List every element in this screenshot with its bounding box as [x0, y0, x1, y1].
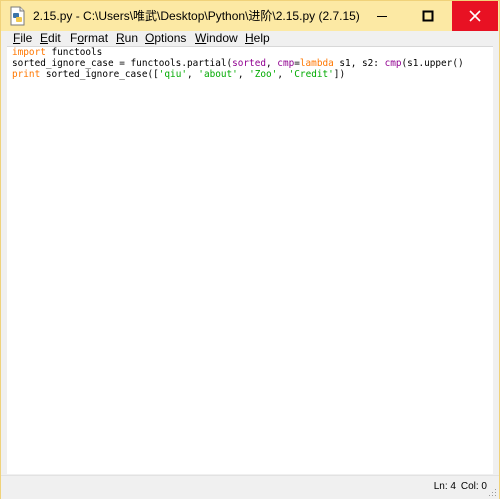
code-token-keyword: lambda: [299, 58, 334, 69]
menu-mnemonic: F: [13, 31, 21, 45]
code-token-plain: ]): [333, 69, 346, 80]
code-token-plain: ,: [266, 58, 278, 69]
code-token-keyword: print: [12, 69, 41, 80]
code-token-plain: s1, s2:: [333, 58, 385, 69]
status-bar: Ln: 4 Col: 0: [1, 475, 499, 499]
status-line: Ln: 4: [433, 481, 456, 492]
code-token-plain: sorted_ignore_case = functools.partial(: [12, 58, 233, 69]
code-editor[interactable]: import functools sorted_ignore_case = fu…: [7, 46, 493, 474]
code-token-plain: ,: [277, 69, 289, 80]
code-token-string: 'qiu': [158, 69, 187, 80]
close-button[interactable]: [452, 1, 498, 31]
code-token-builtin: sorted: [232, 58, 266, 69]
minimize-button[interactable]: [359, 1, 405, 31]
code-token-string: 'Credit': [288, 69, 334, 80]
menu-bar: File Edit Format Run Options Window Help: [1, 31, 499, 45]
window-title: 2.15.py - C:\Users\唯武\Desktop\Python\进阶\…: [33, 9, 360, 23]
menu-mnemonic: H: [245, 31, 254, 45]
code-token-string: 'Zoo': [249, 69, 278, 80]
code-token-plain: (s1.upper(): [401, 58, 464, 69]
menu-format[interactable]: Format: [70, 30, 108, 46]
menu-options[interactable]: Options: [145, 30, 186, 46]
menu-mnemonic: R: [116, 31, 125, 45]
menu-file[interactable]: File: [13, 30, 32, 46]
code-token-plain: ,: [187, 69, 199, 80]
menu-mnemonic: W: [195, 31, 207, 45]
code-token-builtin: cmp: [277, 58, 295, 69]
status-column: Col: 0: [460, 481, 487, 492]
menu-mnemonic: o: [77, 31, 85, 45]
close-icon: [469, 10, 481, 22]
python-file-icon: [10, 6, 25, 26]
menu-mnemonic: E: [40, 31, 49, 45]
menu-mnemonic: O: [145, 31, 155, 45]
code-token-plain: functools: [45, 47, 103, 58]
minimize-icon: [377, 16, 387, 17]
code-line-1: import functools: [12, 47, 102, 58]
menu-edit[interactable]: Edit: [40, 30, 61, 46]
code-line-3: print sorted_ignore_case(['qiu', 'about'…: [12, 69, 345, 80]
title-bar[interactable]: 2.15.py - C:\Users\唯武\Desktop\Python\进阶\…: [1, 1, 499, 31]
code-token-plain: ,: [237, 69, 250, 80]
menu-help[interactable]: Help: [245, 30, 270, 46]
resize-grip-icon[interactable]: [487, 487, 497, 497]
code-line-2: sorted_ignore_case = functools.partial(s…: [12, 58, 464, 69]
code-token-keyword: import: [12, 47, 46, 58]
code-token-plain: sorted_ignore_case([: [40, 69, 159, 80]
code-token-string: 'about': [198, 69, 238, 80]
maximize-button[interactable]: [405, 1, 451, 31]
maximize-icon: [422, 10, 434, 22]
menu-run[interactable]: Run: [116, 30, 138, 46]
code-token-builtin: cmp: [384, 58, 402, 69]
menu-window[interactable]: Window: [195, 30, 238, 46]
idle-editor-window: 2.15.py - C:\Users\唯武\Desktop\Python\进阶\…: [0, 0, 500, 499]
